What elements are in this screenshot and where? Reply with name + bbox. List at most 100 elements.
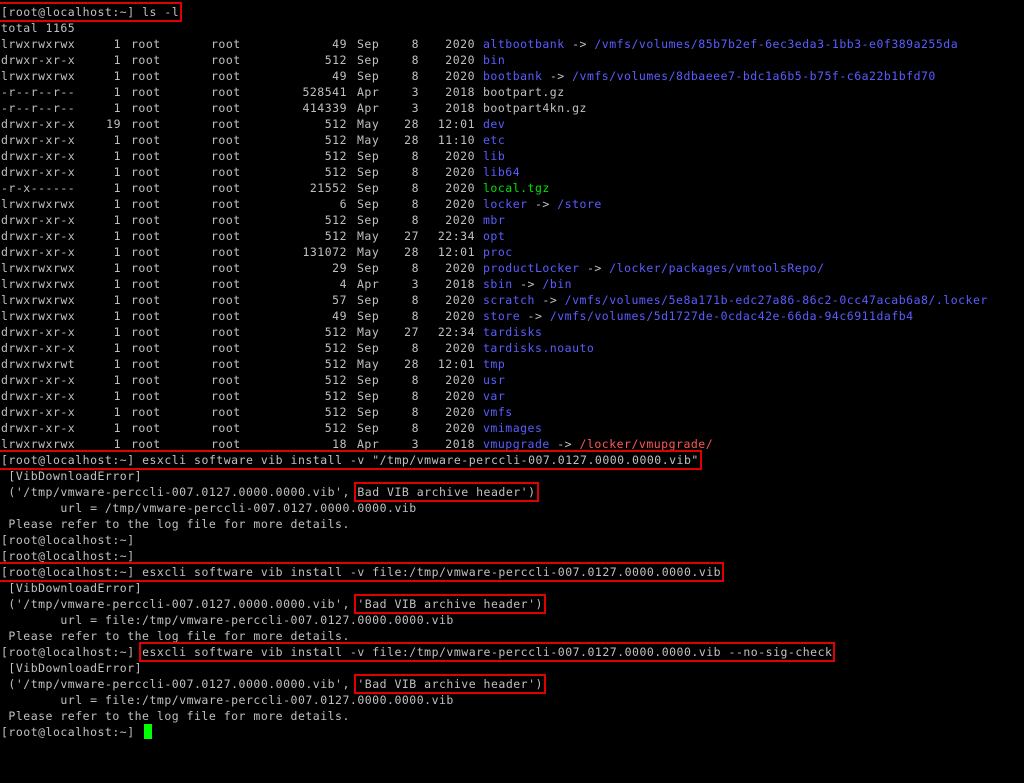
group: root: [211, 69, 241, 83]
link-count: 1: [113, 197, 121, 211]
day: 28: [404, 357, 419, 371]
month: Apr: [357, 277, 380, 291]
permissions: lrwxrwxrwx: [1, 37, 76, 51]
directory-listing: lrwxrwxrwx 1 root root 49 Sep 8 2020 altbootbank…: [1, 36, 1024, 452]
owner: root: [131, 421, 161, 435]
owner: root: [131, 229, 161, 243]
error-url: url = file:/tmp/vmware-perccli-007.0127.…: [1, 693, 454, 707]
month: Sep: [357, 181, 380, 195]
month: Sep: [357, 341, 380, 355]
month: May: [357, 357, 380, 371]
error-refer: Please refer to the log file for more de…: [1, 629, 350, 643]
permissions: lrwxrwxrwx: [1, 437, 76, 451]
permissions: lrwxrwxrwx: [1, 69, 76, 83]
owner: root: [131, 373, 161, 387]
listing-row: drwxr-xr-x 1 root root 131072 May 28 12:01 proc: [1, 244, 1024, 260]
day: 3: [411, 437, 419, 451]
listing-row: drwxr-xr-x 1 root root 512 May 27 22:34 tardisks: [1, 324, 1024, 340]
file-size: 131072: [302, 245, 347, 259]
listing-row: lrwxrwxrwx 1 root root 18 Apr 3 2018 vmupgrade -…: [1, 436, 1024, 452]
link-count: 1: [113, 245, 121, 259]
link-target: /vmfs/volumes/5e8a171b-edc27a86-86c2-0cc…: [564, 293, 988, 307]
time: 2020: [445, 165, 475, 179]
file-size: 49: [332, 37, 347, 51]
command-text: ls -l: [142, 5, 180, 19]
link-target: /locker/packages/vmtoolsRepo/: [609, 261, 825, 275]
listing-row: -r--r--r-- 1 root root 414339 Apr 3 2018 bootpar…: [1, 100, 1024, 116]
link-target: /vmfs/volumes/5d1727de-0cdac42e-66da-94c…: [549, 309, 914, 323]
file-size: 512: [324, 373, 347, 387]
permissions: drwxr-xr-x: [1, 53, 76, 67]
group: root: [211, 37, 241, 51]
day: 8: [411, 341, 419, 355]
month: Sep: [357, 213, 380, 227]
file-size: 512: [324, 357, 347, 371]
link-count: 1: [113, 101, 121, 115]
time: 2020: [445, 373, 475, 387]
day: 8: [411, 181, 419, 195]
listing-row: drwxr-xr-x 1 root root 512 Sep 8 2020 vmimages: [1, 420, 1024, 436]
listing-row: drwxr-xr-x 1 root root 512 Sep 8 2020 mbr: [1, 212, 1024, 228]
command-1-highlight: [root@localhost:~] esxcli software vib i…: [0, 450, 702, 470]
month: May: [357, 117, 380, 131]
link-arrow: ->: [564, 37, 595, 51]
time: 2020: [445, 197, 475, 211]
group: root: [211, 53, 241, 67]
file-size: 512: [324, 421, 347, 435]
shell-prompt: [root@localhost:~]: [1, 565, 135, 579]
link-arrow: ->: [512, 277, 543, 291]
permissions: -r--r--r--: [1, 101, 76, 115]
link-count: 1: [113, 149, 121, 163]
owner: root: [131, 245, 161, 259]
owner: root: [131, 117, 161, 131]
day: 27: [404, 325, 419, 339]
group: root: [211, 437, 241, 451]
link-arrow: ->: [549, 437, 580, 451]
permissions: lrwxrwxrwx: [1, 277, 76, 291]
owner: root: [131, 277, 161, 291]
group: root: [211, 245, 241, 259]
entry-name: tardisks.noauto: [483, 341, 595, 355]
month: Sep: [357, 149, 380, 163]
group: root: [211, 165, 241, 179]
link-count: 1: [113, 213, 121, 227]
owner: root: [131, 309, 161, 323]
entry-name: usr: [483, 373, 506, 387]
link-arrow: ->: [579, 261, 610, 275]
terminal-line: [root@localhost:~] esxcli software vib i…: [0, 562, 1024, 582]
group: root: [211, 213, 241, 227]
permissions: drwxrwxrwt: [1, 357, 76, 371]
error-refer: Please refer to the log file for more de…: [1, 517, 350, 531]
time: 2018: [445, 101, 475, 115]
permissions: drwxr-xr-x: [1, 165, 76, 179]
terminal-window[interactable]: [root@localhost:~] ls -l total 1165 lrwx…: [0, 0, 1024, 783]
group: root: [211, 277, 241, 291]
month: Sep: [357, 53, 380, 67]
command-2-highlight: [root@localhost:~] esxcli software vib i…: [0, 562, 725, 582]
active-prompt-line[interactable]: [root@localhost:~]: [1, 724, 1024, 740]
error-refer: Please refer to the log file for more de…: [1, 709, 350, 723]
owner: root: [131, 405, 161, 419]
entry-name: vmimages: [483, 421, 543, 435]
listing-row: lrwxrwxrwx 1 root root 6 Sep 8 2020 locker -> /s…: [1, 196, 1024, 212]
time: 12:01: [437, 245, 475, 259]
entry-name: vmupgrade: [483, 437, 550, 451]
file-size: 512: [324, 389, 347, 403]
listing-row: -r-x------ 1 root root 21552 Sep 8 2020 local.tg…: [1, 180, 1024, 196]
day: 8: [411, 165, 419, 179]
entry-name: proc: [483, 245, 513, 259]
command-text: esxcli software vib install -v "/tmp/vmw…: [142, 453, 699, 467]
listing-row: drwxr-xr-x 1 root root 512 Sep 8 2020 usr: [1, 372, 1024, 388]
link-count: 1: [113, 165, 121, 179]
shell-prompt: [root@localhost:~]: [1, 645, 135, 659]
time: 22:34: [437, 229, 475, 243]
time: 2020: [445, 261, 475, 275]
link-count: 1: [113, 277, 121, 291]
time: 2020: [445, 37, 475, 51]
link-count: 1: [113, 85, 121, 99]
text-cursor[interactable]: [144, 724, 153, 739]
month: May: [357, 229, 380, 243]
link-arrow: ->: [527, 197, 558, 211]
listing-row: lrwxrwxrwx 1 root root 57 Sep 8 2020 scratch -> …: [1, 292, 1024, 308]
entry-name: tardisks: [483, 325, 543, 339]
